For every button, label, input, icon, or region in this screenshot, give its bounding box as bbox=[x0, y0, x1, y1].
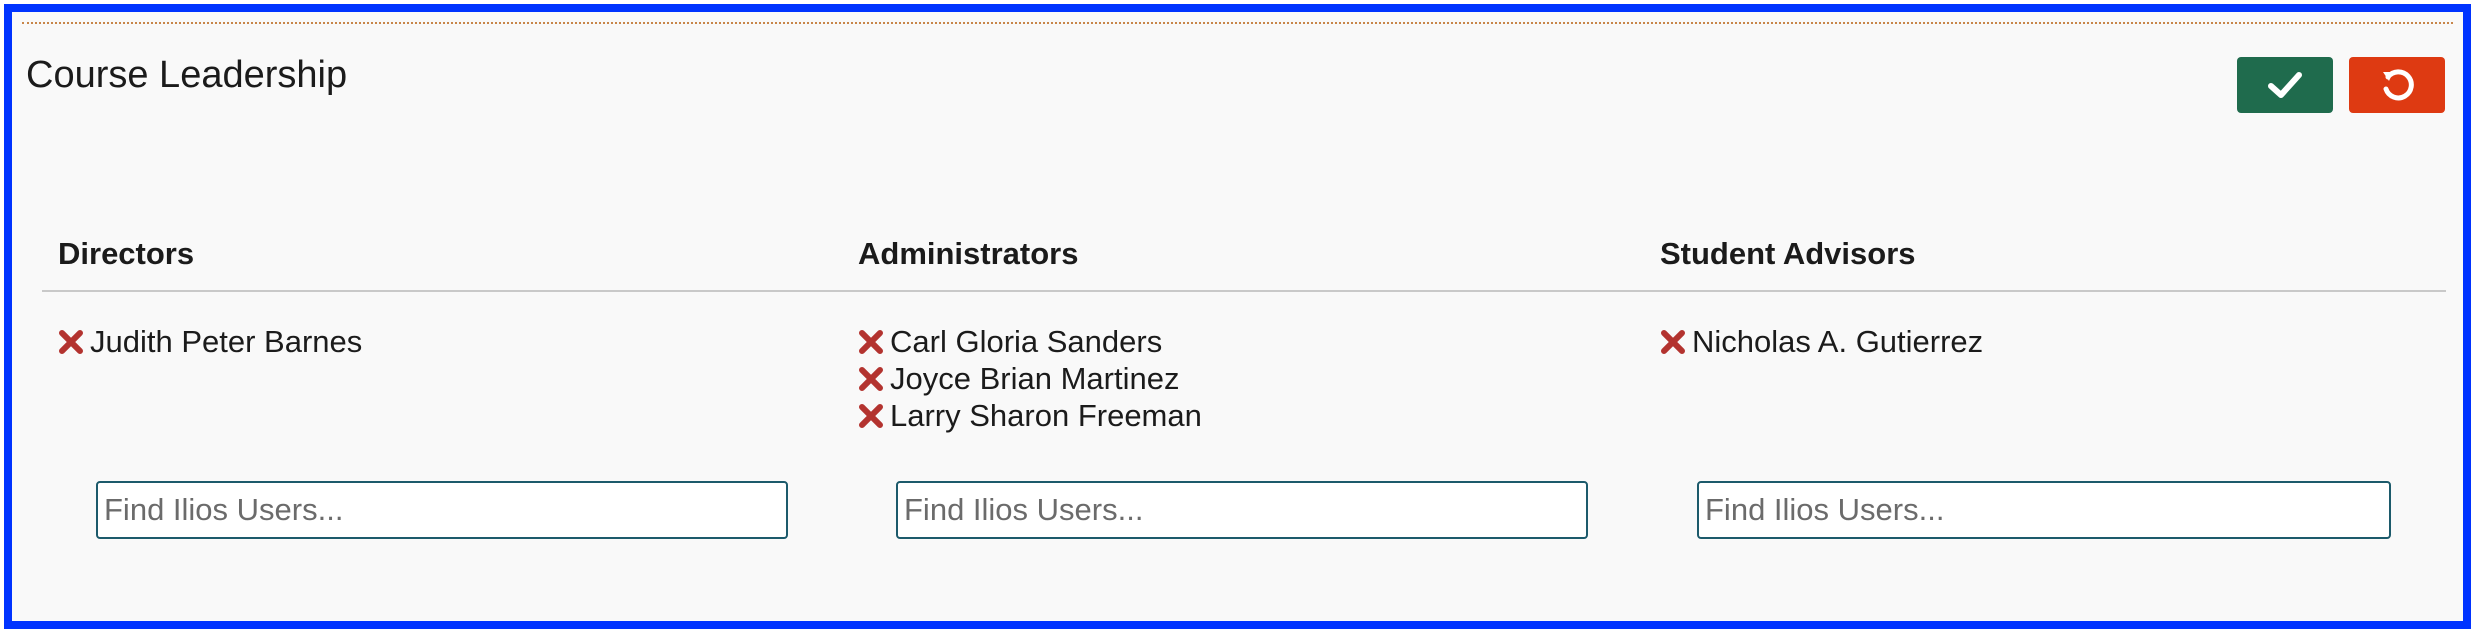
list-item: Joyce Brian Martinez bbox=[858, 360, 1202, 397]
undo-icon bbox=[2383, 69, 2414, 101]
remove-user-icon[interactable] bbox=[858, 329, 884, 355]
top-divider bbox=[22, 22, 2453, 24]
user-name: Nicholas A. Gutierrez bbox=[1692, 324, 1984, 359]
user-name: Carl Gloria Sanders bbox=[890, 324, 1163, 359]
checkmark-icon bbox=[2268, 72, 2302, 98]
remove-user-icon[interactable] bbox=[58, 329, 84, 355]
directors-header: Directors bbox=[58, 236, 195, 271]
student-advisors-header: Student Advisors bbox=[1660, 236, 1916, 271]
student-advisors-search-input[interactable] bbox=[1697, 481, 2391, 539]
list-item: Judith Peter Barnes bbox=[58, 323, 362, 360]
cancel-button[interactable] bbox=[2349, 57, 2445, 113]
administrators-search-input[interactable] bbox=[896, 481, 1588, 539]
directors-list: Judith Peter Barnes bbox=[58, 323, 362, 360]
section-title: Course Leadership bbox=[26, 54, 348, 96]
list-item: Larry Sharon Freeman bbox=[858, 397, 1202, 434]
header-divider bbox=[42, 290, 2446, 292]
remove-user-icon[interactable] bbox=[858, 403, 884, 429]
list-item: Carl Gloria Sanders bbox=[858, 323, 1202, 360]
administrators-header: Administrators bbox=[858, 236, 1079, 271]
student-advisors-list: Nicholas A. Gutierrez bbox=[1660, 323, 1983, 360]
user-name: Joyce Brian Martinez bbox=[890, 361, 1180, 396]
administrators-list: Carl Gloria Sanders Joyce Brian Martinez… bbox=[858, 323, 1202, 434]
user-name: Judith Peter Barnes bbox=[90, 324, 363, 359]
directors-search-input[interactable] bbox=[96, 481, 788, 539]
remove-user-icon[interactable] bbox=[858, 366, 884, 392]
remove-user-icon[interactable] bbox=[1660, 329, 1686, 355]
save-button[interactable] bbox=[2237, 57, 2333, 113]
user-name: Larry Sharon Freeman bbox=[890, 398, 1202, 433]
list-item: Nicholas A. Gutierrez bbox=[1660, 323, 1983, 360]
